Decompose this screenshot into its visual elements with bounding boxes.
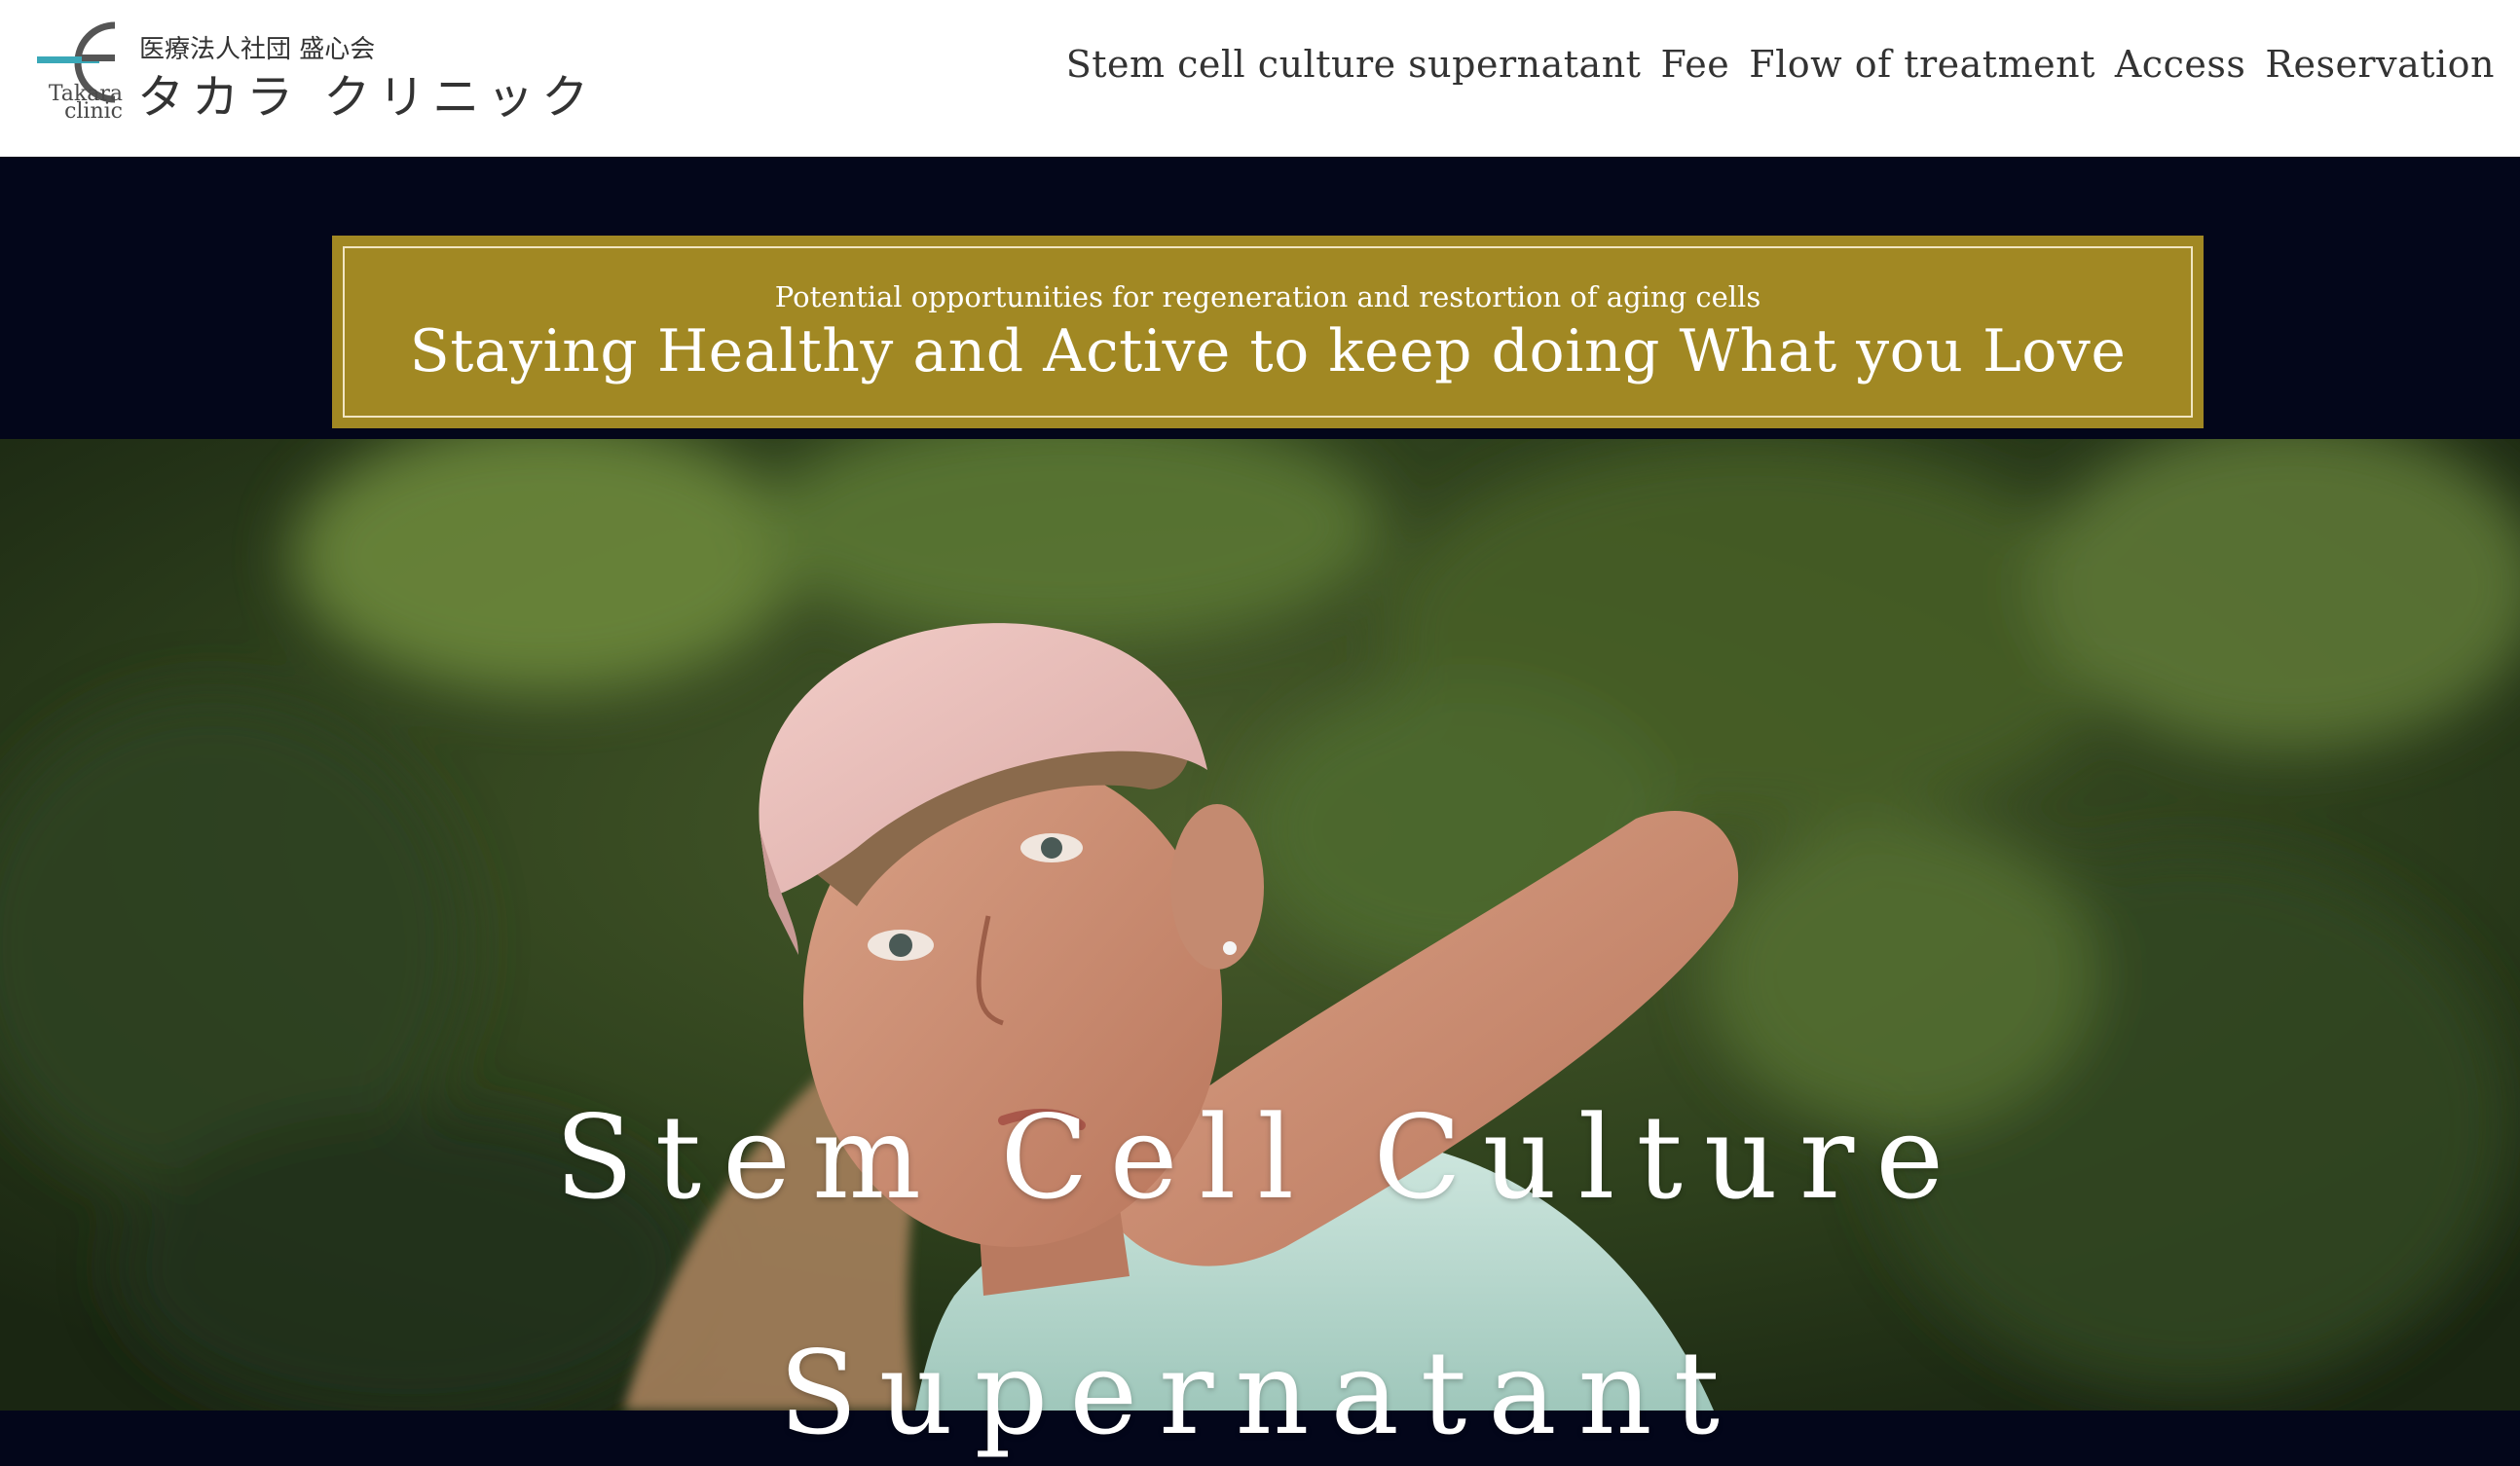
main-navigation: Stem cell culture supernatant Fee Flow o… (1066, 43, 2495, 86)
nav-fee[interactable]: Fee (1660, 43, 1729, 86)
banner-title: Staying Healthy and Active to keep doing… (409, 317, 2127, 385)
nav-flow-of-treatment[interactable]: Flow of treatment (1749, 43, 2095, 86)
logo-clinic-name: タカラ クリニック (137, 70, 597, 125)
hero-image (0, 439, 2520, 1411)
nav-access[interactable]: Access (2115, 43, 2246, 86)
hero-title-line2: Supernatant (778, 1326, 1742, 1460)
banner-subtitle: Potential opportunities for regeneration… (774, 280, 1761, 313)
logo-latin-text: Takara clinic (41, 84, 123, 123)
site-header: Takara clinic 医療法人社団 盛心会 タカラ クリニック Stem … (0, 0, 2520, 157)
nav-reservation[interactable]: Reservation (2265, 43, 2495, 86)
clinic-logo[interactable]: Takara clinic 医療法人社団 盛心会 タカラ クリニック (37, 18, 588, 125)
tagline-banner: Potential opportunities for regeneration… (332, 236, 2204, 428)
nav-stem-cell[interactable]: Stem cell culture supernatant (1066, 43, 1642, 86)
golfer-photo (0, 439, 2520, 1411)
hero-title-line1: Stem Cell Culture (554, 1090, 1966, 1225)
